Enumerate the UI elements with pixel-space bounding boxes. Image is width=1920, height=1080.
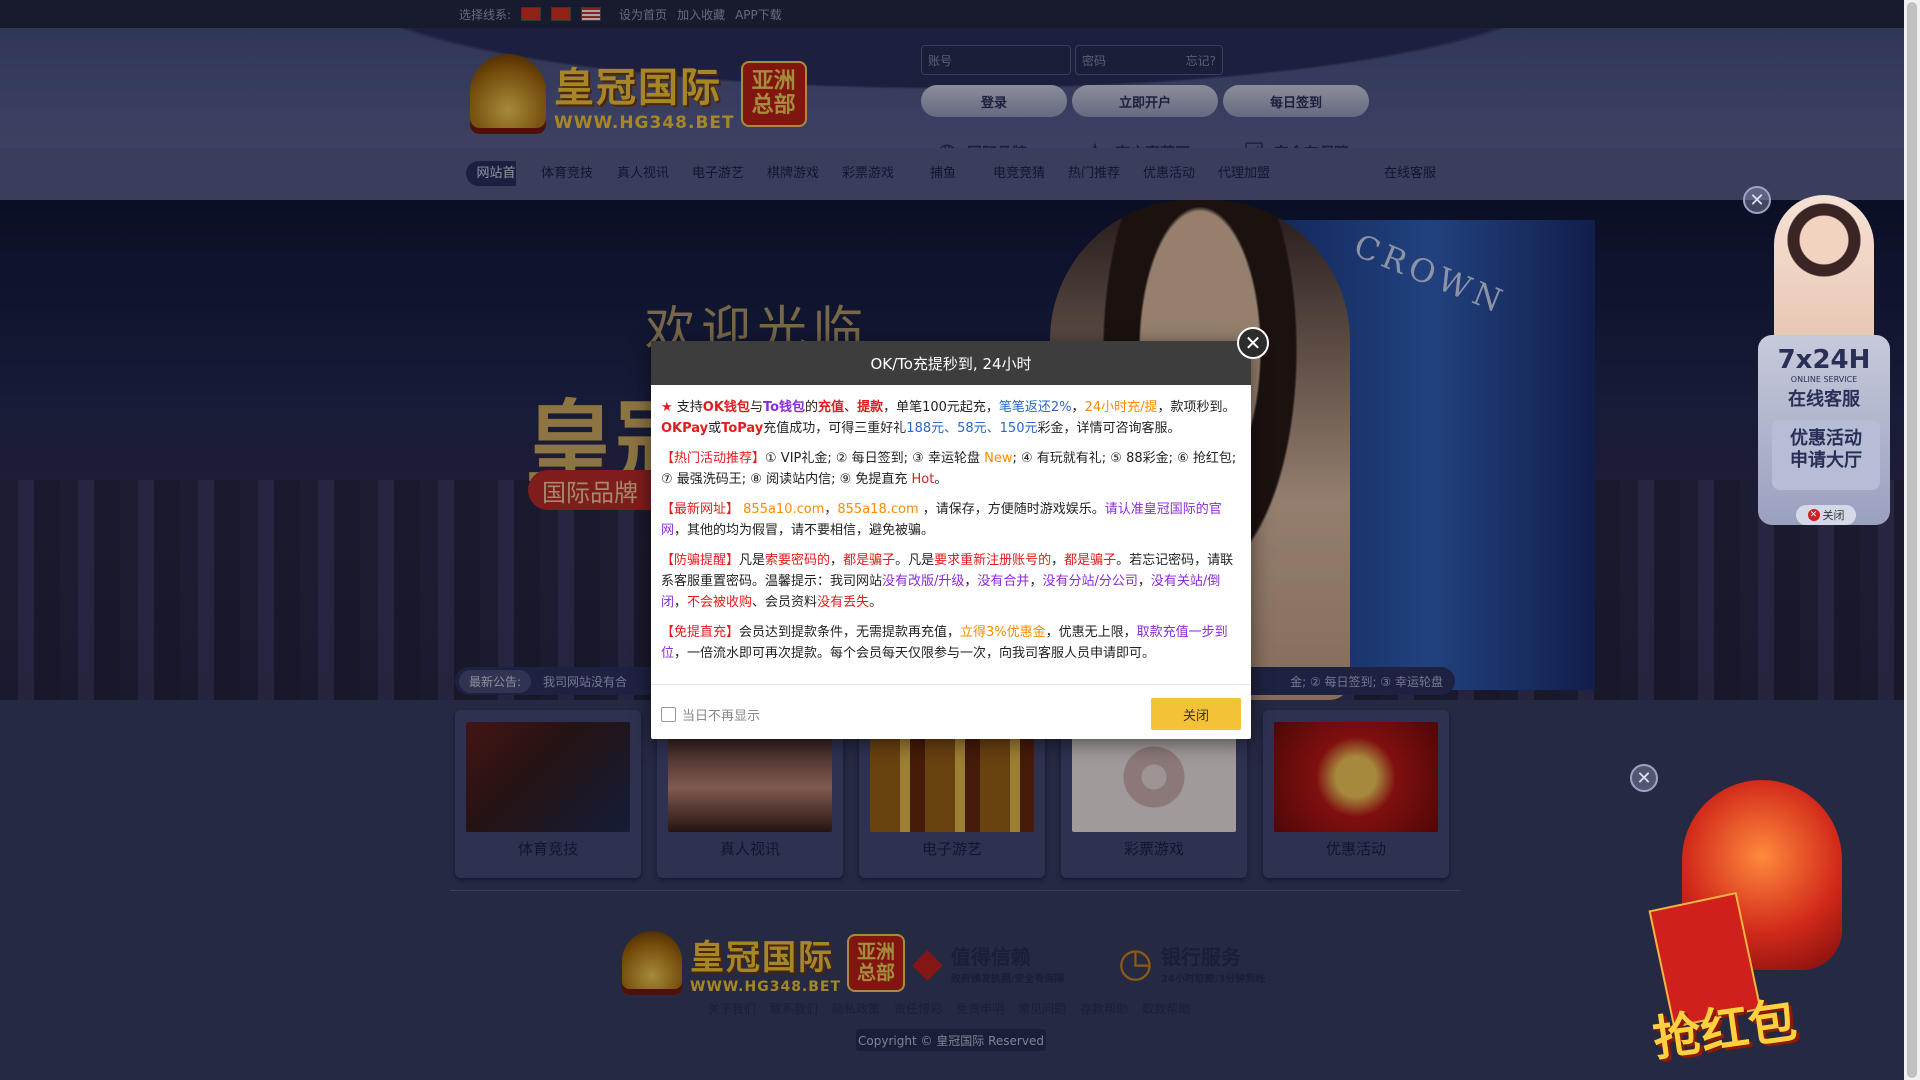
announcement-modal: OK/To充提秒到, 24小时 ✕ ★ 支持OK钱包与To钱包的充值、提款，单笔… (651, 327, 1269, 739)
scrollbar-thumb[interactable] (1907, 2, 1917, 1078)
side-customer-service[interactable]: 7x24H ONLINE SERVICE 在线客服 优惠活动 申请大厅 ✕ 关闭 (1750, 195, 1900, 525)
side-widget-close-icon[interactable]: ✕ (1743, 186, 1771, 214)
service-agent-photo (1774, 195, 1874, 345)
modal-close-button[interactable]: 关闭 (1151, 698, 1241, 730)
modal-paragraph-urls: 【最新网址】 855a10.com，855a18.com ，请保存，方便随时游戏… (661, 502, 1222, 538)
modal-title: OK/To充提秒到, 24小时 (651, 341, 1251, 385)
dont-show-today-checkbox[interactable]: 当日不再显示 (661, 705, 760, 724)
side-close-button[interactable]: ✕ 关闭 (1796, 505, 1856, 525)
red-envelope-widget[interactable]: 抢红包 (1648, 780, 1852, 1068)
close-icon: ✕ (1807, 509, 1820, 521)
modal-close-icon[interactable]: ✕ (1237, 327, 1269, 359)
modal-footer: 当日不再显示 关闭 (651, 684, 1251, 739)
online-service-label[interactable]: 在线客服 (1750, 385, 1898, 411)
modal-paragraph-anti-fraud: 【防骗提醒】凡是索要密码的，都是骗子。凡是要求重新注册账号的，都是骗子。若忘记密… (661, 553, 1234, 610)
modal-body: ★ 支持OK钱包与To钱包的充值、提款，单笔100元起充，笔笔返还2%，24小时… (651, 385, 1251, 664)
modal-paragraph-payment: ★ 支持OK钱包与To钱包的充值、提款，单笔100元起充，笔笔返还2%，24小时… (661, 400, 1236, 436)
modal-paragraph-hot-events: 【热门活动推荐】① VIP礼金; ② 每日签到; ③ 幸运轮盘 New; ④ 有… (661, 451, 1237, 487)
promo-hall-button[interactable]: 优惠活动 申请大厅 (1772, 420, 1880, 490)
checkbox-icon (661, 707, 676, 722)
page-scrollbar[interactable] (1904, 0, 1920, 1080)
modal-paragraph-direct-deposit: 【免提直充】会员达到提款条件，无需提款再充值，立得3%优惠金，优惠无上限，取款充… (661, 625, 1228, 661)
